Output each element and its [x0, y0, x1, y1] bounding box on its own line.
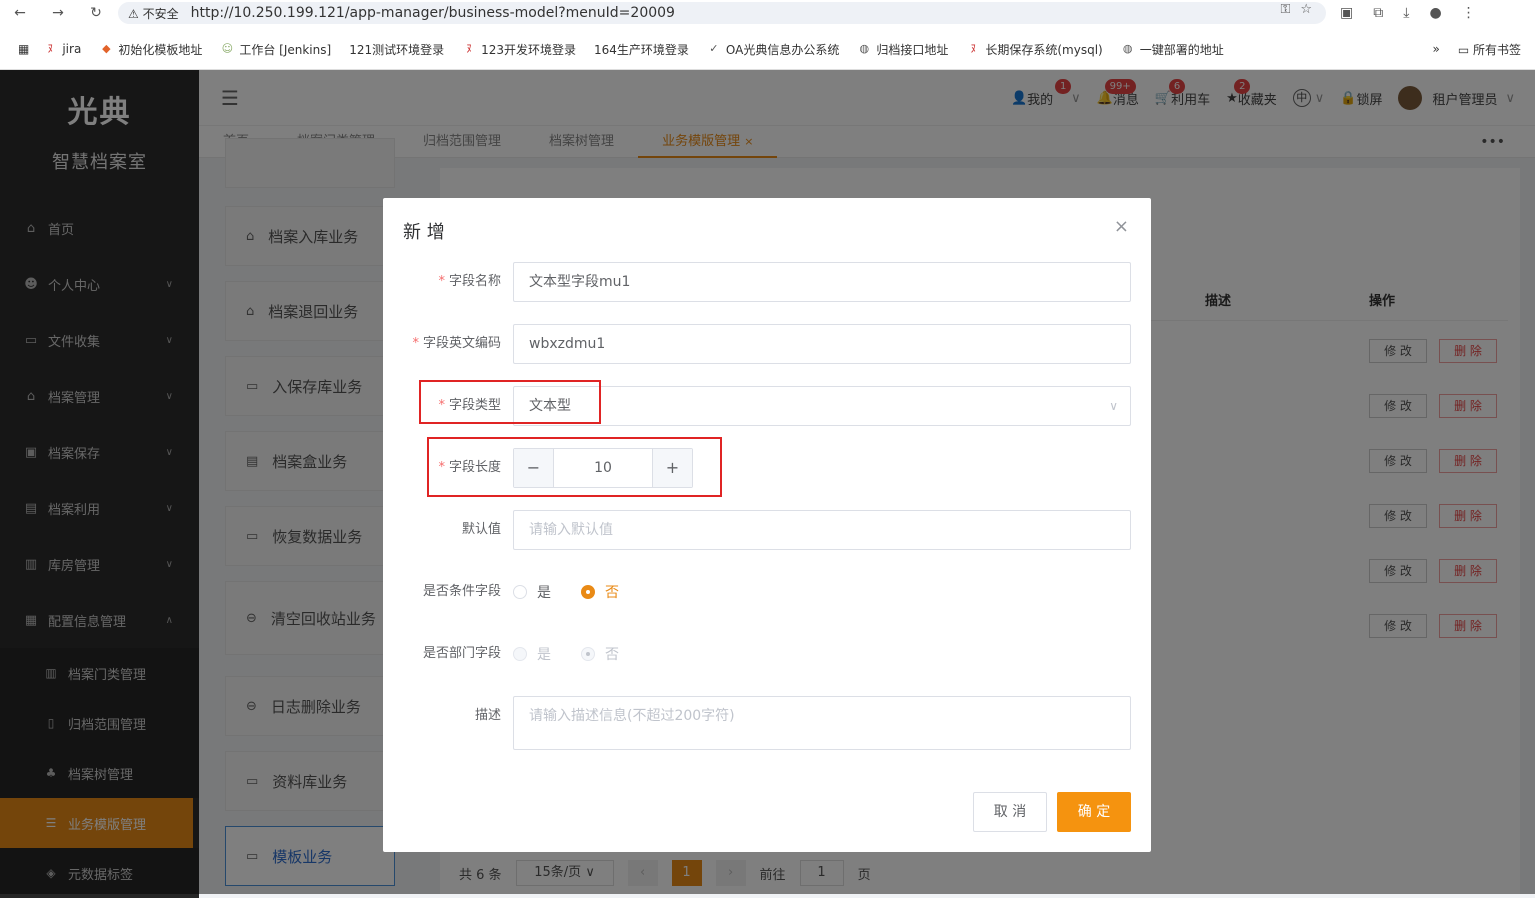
form-row-dept: 是否部门字段 是 否: [383, 634, 1151, 674]
bookmark-label: 初始化模板地址: [118, 42, 203, 57]
dept-yes-radio[interactable]: 是: [513, 644, 551, 664]
form-label: 描述: [474, 708, 501, 723]
confirm-button[interactable]: 确 定: [1057, 792, 1131, 832]
address-bar[interactable]: ⚠ 不安全 http://10.250.199.121/app-manager/…: [118, 2, 1326, 24]
bookmark-item[interactable]: ✓ OA光典信息办公系统: [707, 41, 839, 58]
form-label: 是否部门字段: [422, 646, 501, 661]
back-icon[interactable]: ←: [10, 5, 30, 21]
radio-dot: [513, 647, 527, 661]
gitlab-icon: ◆: [102, 42, 111, 55]
bookmark-label: jira: [62, 42, 82, 56]
bookmark-label: 归档接口地址: [876, 42, 949, 57]
bookmarks-bar: ▦ ﾇ jira ◆ 初始化模板地址 ☺ 工作台 [Jenkins] 121测试环境登…: [0, 34, 1535, 64]
field-name-input[interactable]: 文本型字段mu1: [513, 262, 1131, 302]
profile-icon[interactable]: ●: [1429, 5, 1441, 21]
cancel-button[interactable]: 取 消: [973, 792, 1047, 832]
bookmark-label: 164生产环境登录: [594, 42, 689, 57]
security-label: 不安全: [142, 6, 179, 21]
radio-dot: [513, 585, 527, 599]
form-row-default: 默认值 请输入默认值: [383, 510, 1151, 550]
jenkins-icon: ☺: [221, 42, 234, 55]
add-field-dialog: 新 增 × * 字段名称 文本型字段mu1 * 字段英文编码 wbxzdmu1 * 字…: [383, 198, 1151, 852]
apps-icon[interactable]: ▦: [18, 42, 29, 56]
bookmark-label: OA光典信息办公系统: [725, 42, 840, 57]
key-icon[interactable]: ⚿: [1280, 2, 1290, 17]
form-label: * 字段英文编码: [412, 324, 501, 364]
form-label: 默认值: [461, 522, 501, 537]
url-text[interactable]: http://10.250.199.121/app-manager/busine…: [191, 5, 675, 21]
all-bookmarks[interactable]: ▭ 所有书签: [1458, 41, 1521, 58]
form-label: * 字段名称: [438, 262, 501, 302]
form-label-text: 字段英文编码: [422, 336, 501, 351]
puzzle-icon[interactable]: ⧉: [1373, 5, 1383, 21]
bookmark-label: 一键部署的地址: [1139, 42, 1224, 57]
condition-yes-radio[interactable]: 是: [513, 582, 551, 602]
radio-label: 是: [537, 647, 551, 663]
dialog-title: 新 增: [403, 222, 445, 243]
radio-label: 否: [605, 585, 619, 601]
star-icon[interactable]: ☆: [1300, 2, 1312, 17]
close-icon[interactable]: ×: [1114, 216, 1129, 237]
bookmark-item[interactable]: ◍ 归档接口地址: [857, 41, 949, 58]
bookmark-item[interactable]: ﾇ 123开发环境登录: [462, 41, 576, 58]
bookmark-label: 工作台 [Jenkins]: [239, 42, 332, 57]
menu-icon[interactable]: ⋮: [1462, 5, 1476, 21]
bookmark-icon: ✓: [709, 42, 719, 55]
bookmark-item[interactable]: ◆ 初始化模板地址: [99, 41, 202, 58]
radio-dot: [581, 585, 595, 599]
bookmark-item[interactable]: 164生产环境登录: [594, 41, 689, 58]
highlight-box: [419, 380, 601, 424]
bookmark-label: 长期保存系统(mysql): [985, 42, 1103, 57]
globe-icon: ◍: [1122, 42, 1133, 55]
reload-icon[interactable]: ↻: [86, 5, 106, 21]
form-row-desc: 描述 请输入描述信息(不超过200字符): [383, 696, 1151, 750]
bookmark-label: 121测试环境登录: [349, 42, 445, 57]
bookmark-item[interactable]: 121测试环境登录: [349, 41, 444, 58]
description-textarea[interactable]: 请输入描述信息(不超过200字符): [513, 696, 1131, 750]
form-row-field-code: * 字段英文编码 wbxzdmu1: [383, 324, 1151, 364]
form-label: 是否条件字段: [422, 584, 501, 599]
bookmark-item[interactable]: ◍ 一键部署的地址: [1121, 41, 1224, 58]
chevron-down-icon: ∨: [1109, 399, 1118, 413]
bookmark-item[interactable]: ﾇ jira: [43, 42, 82, 56]
bookmark-icon: ﾇ: [466, 42, 472, 55]
form-row-condition: 是否条件字段 是 否: [383, 572, 1151, 612]
dept-no-radio[interactable]: 否: [581, 644, 619, 664]
forward-icon[interactable]: →: [48, 5, 68, 21]
form-label-text: 字段名称: [448, 274, 501, 289]
form-row-field-name: * 字段名称 文本型字段mu1: [383, 262, 1151, 302]
required-marker: *: [438, 274, 445, 289]
highlight-box: [427, 437, 722, 497]
globe-icon: ◍: [859, 42, 870, 55]
download-icon[interactable]: ⤓: [1403, 5, 1409, 21]
condition-no-radio[interactable]: 否: [581, 582, 619, 602]
extension-icon[interactable]: ▣: [1340, 5, 1353, 21]
bookmark-item[interactable]: ☺ 工作台 [Jenkins]: [220, 41, 332, 58]
bookmark-icon: ﾇ: [47, 42, 54, 55]
security-indicator[interactable]: ⚠ 不安全: [128, 5, 179, 22]
bookmark-item[interactable]: ﾇ 长期保存系统(mysql): [966, 41, 1103, 58]
required-marker: *: [412, 336, 419, 351]
radio-label: 否: [605, 647, 619, 663]
default-value-input[interactable]: 请输入默认值: [513, 510, 1131, 550]
bookmark-label: 123开发环境登录: [481, 42, 576, 57]
field-code-input[interactable]: wbxzdmu1: [513, 324, 1131, 364]
all-bookmarks-label: 所有书签: [1472, 42, 1521, 57]
field-type-select[interactable]: 文本型 ∨: [513, 386, 1131, 426]
radio-label: 是: [537, 585, 551, 601]
browser-toolbar: ← → ↻ ⚠ 不安全 http://10.250.199.121/app-ma…: [0, 0, 1535, 26]
more-bookmarks-icon[interactable]: »: [1432, 42, 1439, 56]
radio-dot: [581, 647, 595, 661]
bookmark-icon: ﾇ: [970, 42, 977, 55]
